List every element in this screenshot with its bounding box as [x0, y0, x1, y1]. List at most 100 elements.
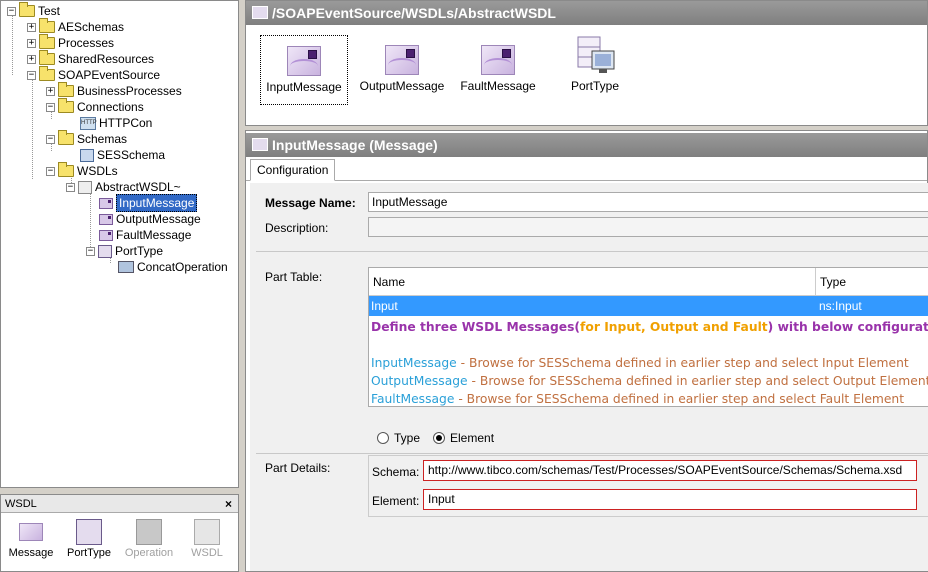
tree-item-businessprocesses[interactable]: + BusinessProcesses [46, 82, 182, 99]
configuration-form: Message Name: InputMessage Description: … [250, 183, 928, 571]
collapse-icon[interactable]: − [66, 182, 75, 192]
tree-item-connections[interactable]: − Connections [46, 98, 144, 115]
palette-item-message[interactable]: Message [3, 519, 59, 559]
tree-item-soapeventsource[interactable]: − SOAPEventSource [27, 66, 161, 83]
tree-item-inputmessage[interactable]: InputMessage [99, 194, 198, 212]
tree-item-label: ConcatOperation [137, 260, 228, 274]
message-icon [19, 523, 43, 541]
schema-field[interactable]: http://www.tibco.com/schemas/Test/Proces… [423, 460, 917, 481]
tree-item-label: SOAPEventSource [58, 68, 161, 82]
tree-item-porttype[interactable]: − PortType [86, 243, 163, 259]
message-icon [99, 229, 113, 241]
message-name-field[interactable]: InputMessage [368, 192, 928, 212]
type-radio[interactable] [377, 432, 389, 444]
tree-item-faultmessage[interactable]: FaultMessage [99, 227, 191, 243]
folder-path-icon [252, 6, 268, 19]
message-icon [99, 213, 113, 225]
close-icon[interactable]: × [225, 495, 232, 513]
tree-item-abstractwsdl[interactable]: − AbstractWSDL~ [66, 179, 181, 195]
element-label: Element: [372, 494, 420, 508]
palette-item-label: Message [8, 547, 54, 559]
part-table-label: Part Table: [265, 270, 323, 284]
tab-configuration[interactable]: Configuration [250, 159, 336, 181]
folder-icon [58, 130, 74, 145]
folder-icon [39, 34, 55, 49]
message-icon [99, 197, 113, 209]
tree-item-concatoperation[interactable]: ConcatOperation [118, 259, 228, 275]
collapse-icon[interactable]: − [86, 246, 95, 256]
expand-icon[interactable]: + [27, 38, 36, 48]
designer-item-label: InputMessage [266, 80, 342, 94]
tree-item-httpcon[interactable]: HTTP HTTPCon [80, 115, 152, 131]
annotation-line-name: FaultMessage [371, 392, 455, 406]
properties-titlebar: InputMessage (Message) [246, 133, 927, 157]
element-field[interactable]: Input [423, 489, 917, 510]
expand-icon[interactable]: + [27, 22, 36, 32]
collapse-icon[interactable]: − [46, 102, 55, 112]
table-row[interactable]: Input ns:Input [369, 296, 928, 316]
project-tree[interactable]: − Test + AESchemas + Processes + SharedR… [0, 0, 239, 488]
collapse-icon[interactable]: − [46, 134, 55, 144]
cell-type: ns:Input [819, 299, 862, 313]
tree-item-processes[interactable]: + Processes [27, 34, 114, 51]
tree-item-label: Schemas [77, 132, 128, 146]
tree-item-label: AbstractWSDL~ [95, 180, 181, 194]
annotation-line-text: - Browse for SESSchema defined in earlie… [456, 356, 909, 370]
tree-item-label: InputMessage [116, 194, 198, 212]
annotation-line: InputMessage - Browse for SESSchema defi… [371, 356, 909, 370]
tree-guide [90, 191, 91, 251]
collapse-icon[interactable]: − [46, 166, 55, 176]
column-header-type[interactable]: Type [816, 268, 928, 296]
palette-item-porttype[interactable]: PortType [61, 519, 117, 559]
divider [256, 251, 928, 252]
palette-item-wsdl[interactable]: WSDL [179, 519, 235, 559]
tree-item-sesschema[interactable]: SESSchema [80, 147, 165, 163]
tree-item-label: Connections [77, 100, 144, 114]
part-table[interactable]: Name Type Input ns:Input Define three WS… [368, 267, 928, 407]
folder-icon [39, 18, 55, 33]
element-radio[interactable] [433, 432, 445, 444]
tree-item-label: HTTPCon [99, 116, 153, 130]
message-name-label: Message Name: [265, 196, 356, 210]
annotation-line-text: - Browse for SESSchema defined in earlie… [467, 374, 928, 388]
wsdl-file-icon [78, 180, 92, 194]
column-header-name[interactable]: Name [369, 268, 816, 296]
tree-item-schemas[interactable]: − Schemas [46, 130, 128, 147]
palette-item-operation[interactable]: Operation [121, 519, 177, 559]
annotation-line-name: InputMessage [371, 356, 457, 370]
type-radio-label: Type [394, 431, 421, 445]
designer-item-faultmessage[interactable]: FaultMessage [454, 35, 542, 105]
tree-item-label: SESSchema [97, 148, 166, 162]
expand-icon[interactable]: + [27, 54, 36, 64]
tree-item-label: FaultMessage [116, 228, 192, 242]
designer-path: /SOAPEventSource/WSDLs/AbstractWSDL [272, 5, 556, 21]
tree-guide [32, 79, 33, 179]
annotation-heading-part: for Input, Output and Fault [580, 320, 768, 334]
message-icon [385, 45, 419, 75]
message-icon [287, 46, 321, 76]
expand-icon[interactable]: + [46, 86, 55, 96]
collapse-icon[interactable]: − [27, 70, 36, 80]
collapse-icon[interactable]: − [7, 6, 16, 16]
description-field[interactable] [368, 217, 928, 237]
schema-icon [80, 148, 94, 162]
tree-item-outputmessage[interactable]: OutputMessage [99, 211, 201, 227]
tree-item-test[interactable]: − Test [7, 2, 61, 19]
operation-icon [118, 261, 134, 273]
tree-item-label: AESchemas [58, 20, 125, 34]
message-icon [252, 138, 268, 151]
designer-item-porttype[interactable]: PortType [551, 35, 639, 105]
designer-item-label: OutputMessage [359, 79, 445, 93]
tree-item-label: BusinessProcesses [77, 84, 182, 98]
tree-item-sharedresources[interactable]: + SharedResources [27, 50, 154, 67]
tree-item-wsdls[interactable]: − WSDLs [46, 162, 118, 179]
designer-item-outputmessage[interactable]: OutputMessage [358, 35, 446, 105]
wsdl-palette: WSDL × Message PortType Operation WSDL [0, 494, 239, 572]
tree-item-label: Test [38, 4, 61, 18]
designer-item-inputmessage[interactable]: InputMessage [260, 35, 348, 105]
tree-item-aeschemas[interactable]: + AESchemas [27, 18, 125, 35]
palette-title: WSDL [5, 498, 37, 510]
properties-panel: InputMessage (Message) Configuration Mes… [245, 130, 928, 572]
part-details-label: Part Details: [265, 461, 331, 475]
element-radio-label: Element [450, 431, 495, 445]
